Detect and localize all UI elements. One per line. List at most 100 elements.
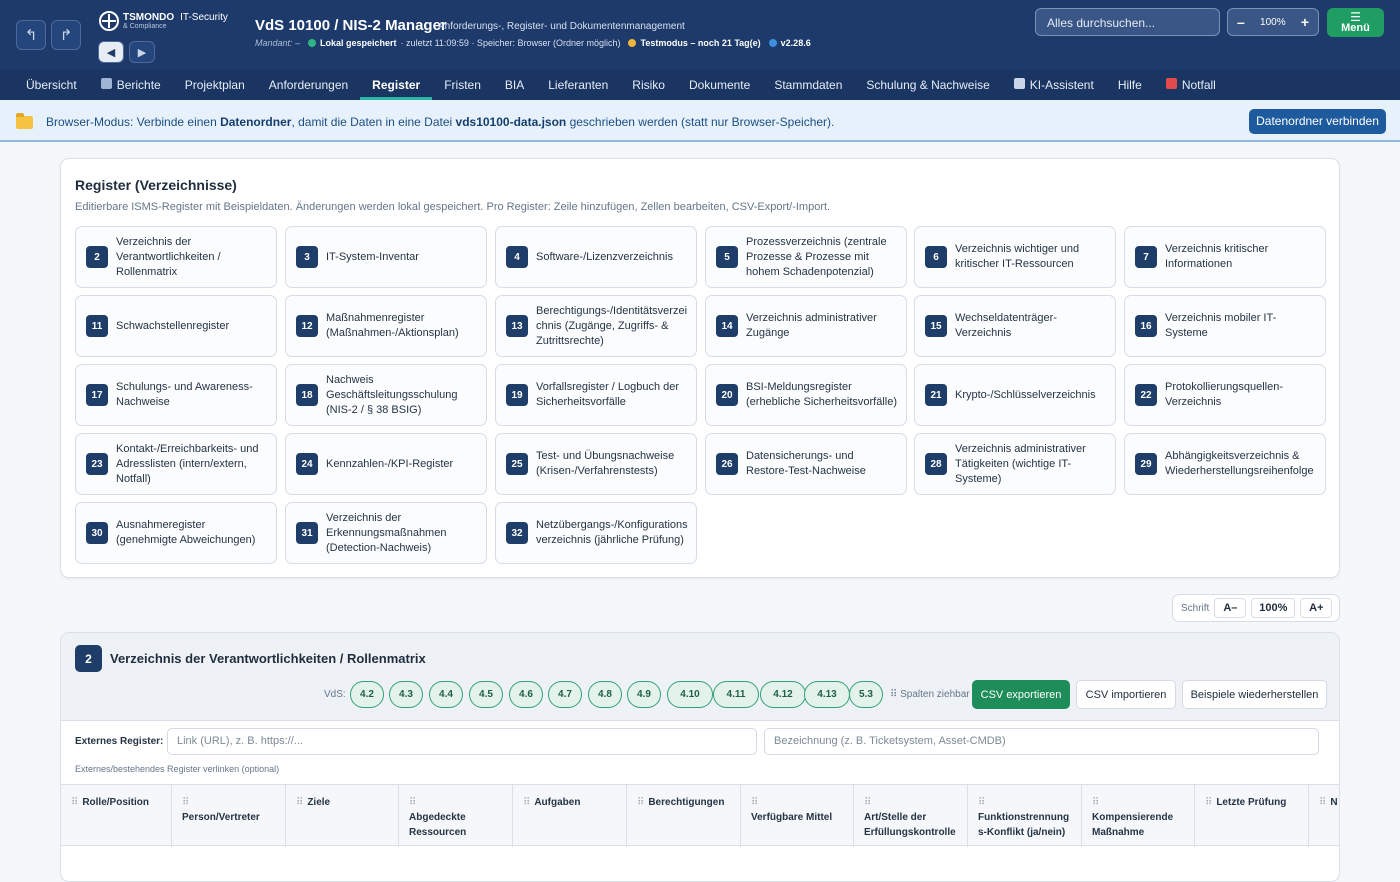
register-tile[interactable]: 12 Maßnahmenregister (Maßnahmen-/Aktionsp… bbox=[285, 295, 487, 357]
register-tile-number: 24 bbox=[296, 453, 318, 475]
global-search-input[interactable]: Alles durchsuchen... bbox=[1035, 8, 1220, 36]
vds-chip[interactable]: 5.3 bbox=[849, 681, 883, 708]
register-tile[interactable]: 30 Ausnahmeregister (genehmigte Abweichun… bbox=[75, 502, 277, 564]
register-tile[interactable]: 21 Krypto-/Schlüsselverzeichnis bbox=[914, 364, 1116, 426]
restore-examples-button[interactable]: Beispiele wiederherstellen bbox=[1182, 680, 1327, 709]
tab-lieferanten[interactable]: Lieferanten bbox=[536, 70, 620, 100]
column-header[interactable]: ⠿ Person/Vertreter bbox=[172, 785, 286, 847]
column-header[interactable]: ⠿ Funktionstrennung s-Konflikt (ja/nein) bbox=[968, 785, 1082, 847]
drag-handle-icon[interactable]: ⠿ bbox=[637, 797, 644, 808]
register-tile[interactable]: 18 Nachweis Geschäftsleitungsschulung (NI… bbox=[285, 364, 487, 426]
column-header[interactable]: ⠿ Abgedeckte Ressourcen bbox=[399, 785, 513, 847]
drag-handle-icon[interactable]: ⠿ bbox=[523, 797, 530, 808]
tab-schulung-nachweise[interactable]: Schulung & Nachweise bbox=[854, 70, 1001, 100]
column-header[interactable]: ⠿ Ziele bbox=[286, 785, 399, 847]
vds-chip[interactable]: 4.10 bbox=[667, 681, 713, 708]
vds-chip[interactable]: 4.3 bbox=[389, 681, 423, 708]
drag-handle-icon[interactable]: ⠿ bbox=[1092, 797, 1099, 808]
register-tile[interactable]: 32 Netzübergangs-/Konfigurationsverzeichn… bbox=[495, 502, 697, 564]
tab-risiko[interactable]: Risiko bbox=[620, 70, 677, 100]
drag-handle-icon[interactable]: ⠿ bbox=[182, 797, 189, 808]
register-tile[interactable]: 19 Vorfallsregister / Logbuch der Sicherh… bbox=[495, 364, 697, 426]
tab-fristen[interactable]: Fristen bbox=[432, 70, 493, 100]
font-increase-button[interactable]: A+ bbox=[1300, 598, 1333, 618]
register-tile[interactable]: 4 Software-/Lizenzverzeichnis bbox=[495, 226, 697, 288]
tab-berichte[interactable]: Berichte bbox=[89, 70, 173, 100]
drag-handle-icon[interactable]: ⠿ bbox=[296, 797, 303, 808]
tab-notfall[interactable]: Notfall bbox=[1154, 70, 1228, 100]
drag-handle-icon[interactable]: ⠿ bbox=[1319, 797, 1326, 808]
external-register-hint: Externes/bestehendes Register verlinken … bbox=[75, 764, 280, 774]
forward-button[interactable]: ▶ bbox=[129, 41, 155, 63]
font-decrease-button[interactable]: A– bbox=[1214, 598, 1247, 618]
column-header[interactable]: ⠿ Verfügbare Mittel bbox=[741, 785, 854, 847]
register-tile[interactable]: 14 Verzeichnis administrativer Zugänge bbox=[705, 295, 907, 357]
tab-projektplan[interactable]: Projektplan bbox=[173, 70, 257, 100]
drag-handle-icon[interactable]: ⠿ bbox=[978, 797, 985, 808]
vds-chip[interactable]: 4.4 bbox=[429, 681, 463, 708]
csv-import-button[interactable]: CSV importieren bbox=[1076, 680, 1176, 709]
register-tile[interactable]: 20 BSI-Meldungsregister (erhebliche Siche… bbox=[705, 364, 907, 426]
register-tile[interactable]: 25 Test- und Übungsnachweise (Krisen-/Ver… bbox=[495, 433, 697, 495]
tab-anforderungen[interactable]: Anforderungen bbox=[257, 70, 360, 100]
drag-handle-icon[interactable]: ⠿ bbox=[71, 797, 78, 808]
vds-chip[interactable]: 4.13 bbox=[804, 681, 850, 708]
zoom-in-button[interactable]: + bbox=[1301, 14, 1309, 30]
register-tile[interactable]: 26 Datensicherungs- und Restore-Test-Nach… bbox=[705, 433, 907, 495]
vds-chip[interactable]: 4.11 bbox=[713, 681, 759, 708]
register-tile[interactable]: 13 Berechtigungs-/Identitätsverzeichnis (… bbox=[495, 295, 697, 357]
vds-chip[interactable]: 4.6 bbox=[509, 681, 543, 708]
drag-handle-icon[interactable]: ⠿ bbox=[751, 797, 758, 808]
column-header[interactable]: ⠿ Aufgaben bbox=[513, 785, 627, 847]
register-tile[interactable]: 16 Verzeichnis mobiler IT-Systeme bbox=[1124, 295, 1326, 357]
vds-chip[interactable]: 4.7 bbox=[548, 681, 582, 708]
menu-button[interactable]: ☰ Menü bbox=[1327, 8, 1384, 37]
undo-button[interactable]: ↰ bbox=[16, 20, 46, 50]
register-tile[interactable]: 31 Verzeichnis der Erkennungsmaßnahmen (D… bbox=[285, 502, 487, 564]
register-tile[interactable]: 22 Protokollierungsquellen-Verzeichnis bbox=[1124, 364, 1326, 426]
external-link-input[interactable]: Link (URL), z. B. https://... bbox=[167, 728, 757, 755]
csv-export-button[interactable]: CSV exportieren bbox=[972, 680, 1070, 709]
column-header[interactable]: ⠿ Art/Stelle der Erfüllungskontrolle bbox=[854, 785, 968, 847]
register-tile[interactable]: 2 Verzeichnis der Verantwortlichkeiten / … bbox=[75, 226, 277, 288]
vds-chip[interactable]: 4.8 bbox=[588, 681, 622, 708]
column-header[interactable]: ⠿ Rolle/Position bbox=[61, 785, 172, 847]
tab-übersicht[interactable]: Übersicht bbox=[14, 70, 89, 100]
vds-chip[interactable]: 4.12 bbox=[760, 681, 806, 708]
tab-label: Schulung & Nachweise bbox=[866, 78, 990, 92]
register-tile[interactable]: 28 Verzeichnis administrativer Tätigkeite… bbox=[914, 433, 1116, 495]
redo-button[interactable]: ↱ bbox=[51, 20, 81, 50]
register-tile[interactable]: 6 Verzeichnis wichtiger und kritischer IT… bbox=[914, 226, 1116, 288]
external-name-input[interactable]: Bezeichnung (z. B. Ticketsystem, Asset-C… bbox=[764, 728, 1319, 755]
register-tile[interactable]: 5 Prozessverzeichnis (zentrale Prozesse &… bbox=[705, 226, 907, 288]
tab-ki-assistent[interactable]: KI-Assistent bbox=[1002, 70, 1106, 100]
vds-chip[interactable]: 4.2 bbox=[350, 681, 384, 708]
zoom-out-button[interactable]: – bbox=[1237, 14, 1245, 30]
register-tile[interactable]: 7 Verzeichnis kritischer Informationen bbox=[1124, 226, 1326, 288]
register-tile[interactable]: 11 Schwachstellenregister bbox=[75, 295, 277, 357]
column-header[interactable]: ⠿ Kompensierende Maßnahme bbox=[1082, 785, 1195, 847]
register-tile[interactable]: 3 IT-System-Inventar bbox=[285, 226, 487, 288]
vds-chip[interactable]: 4.9 bbox=[627, 681, 661, 708]
register-tile[interactable]: 15 Wechseldatenträger-Verzeichnis bbox=[914, 295, 1116, 357]
drag-handle-icon[interactable]: ⠿ bbox=[864, 797, 871, 808]
back-button[interactable]: ◀ bbox=[98, 41, 124, 63]
register-tile[interactable]: 23 Kontakt-/Erreichbarkeits- und Adressli… bbox=[75, 433, 277, 495]
tab-stammdaten[interactable]: Stammdaten bbox=[762, 70, 854, 100]
register-tile[interactable]: 17 Schulungs- und Awareness-Nachweise bbox=[75, 364, 277, 426]
drag-handle-icon[interactable]: ⠿ bbox=[409, 797, 416, 808]
register-tile[interactable]: 29 Abhängigkeitsverzeichnis & Wiederherst… bbox=[1124, 433, 1326, 495]
vds-chip[interactable]: 4.5 bbox=[469, 681, 503, 708]
tab-bia[interactable]: BIA bbox=[493, 70, 536, 100]
connect-data-folder-button[interactable]: Datenordner verbinden bbox=[1249, 109, 1386, 134]
drag-handle-icon[interactable]: ⠿ bbox=[1205, 797, 1212, 808]
font-size-value[interactable]: 100% bbox=[1251, 598, 1296, 618]
column-header[interactable]: ⠿ N bbox=[1309, 785, 1339, 847]
tab-hilfe[interactable]: Hilfe bbox=[1106, 70, 1154, 100]
register-tile[interactable]: 24 Kennzahlen-/KPI-Register bbox=[285, 433, 487, 495]
column-header[interactable]: ⠿ Berechtigungen bbox=[627, 785, 741, 847]
register-tile-number: 21 bbox=[925, 384, 947, 406]
tab-register[interactable]: Register bbox=[360, 70, 433, 100]
tab-dokumente[interactable]: Dokumente bbox=[677, 70, 762, 100]
column-header[interactable]: ⠿ Letzte Prüfung bbox=[1195, 785, 1309, 847]
